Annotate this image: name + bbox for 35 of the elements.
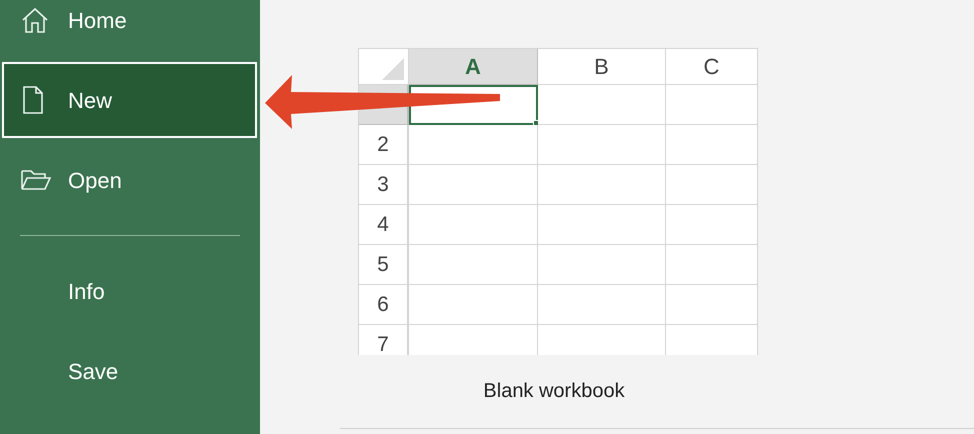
table-cell[interactable] (538, 125, 666, 165)
select-all-icon[interactable] (382, 58, 404, 80)
menu-item[interactable]: Open (0, 142, 260, 218)
column-header[interactable]: B (538, 49, 666, 85)
folder-icon (20, 168, 52, 192)
table-cell[interactable] (666, 285, 758, 325)
menu-item[interactable]: Home (0, 0, 260, 58)
column-header[interactable]: C (666, 49, 758, 85)
home-icon (20, 6, 50, 34)
menu-item[interactable]: Info (0, 253, 260, 329)
row-header[interactable]: 5 (359, 245, 409, 285)
column-header[interactable]: A (409, 49, 538, 85)
row-header[interactable]: 6 (359, 285, 409, 325)
table-cell[interactable] (666, 165, 758, 205)
row-header[interactable]: 3 (359, 165, 409, 205)
menu-item[interactable]: New (2, 62, 257, 138)
document-icon (21, 85, 45, 115)
row-header[interactable]: 4 (359, 205, 409, 245)
table-cell[interactable] (409, 285, 538, 325)
table-cell[interactable] (538, 85, 666, 125)
table-cell[interactable] (666, 245, 758, 285)
table-cell[interactable] (666, 85, 758, 125)
table-cell[interactable] (409, 165, 538, 205)
table-cell[interactable] (538, 245, 666, 285)
table-cell[interactable] (538, 165, 666, 205)
table-cell[interactable] (666, 205, 758, 245)
table-cell[interactable] (666, 125, 758, 165)
menu-item[interactable]: Save (0, 333, 260, 409)
table-cell[interactable] (409, 205, 538, 245)
table-cell[interactable] (409, 125, 538, 165)
row-header[interactable]: 2 (359, 125, 409, 165)
template-caption: Blank workbook (482, 379, 626, 404)
table-cell[interactable] (409, 245, 538, 285)
table-cell[interactable] (538, 285, 666, 325)
table-cell[interactable] (538, 205, 666, 245)
